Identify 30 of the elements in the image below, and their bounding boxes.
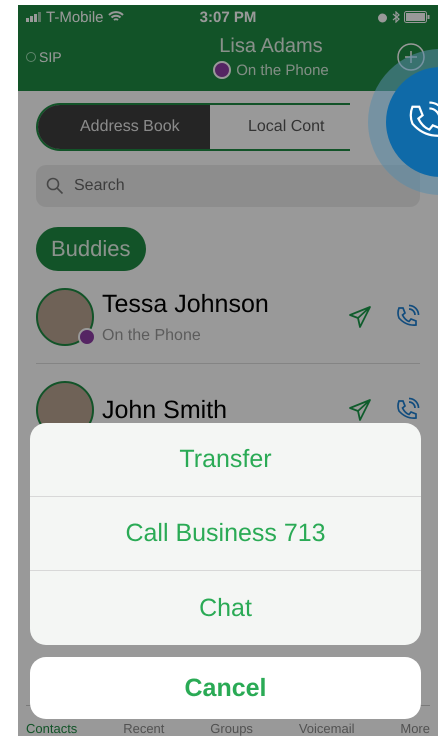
tab-bar-item[interactable]: Recent [123,721,164,736]
signal-icon [26,12,42,22]
sip-label: SIP [39,49,62,65]
section-pill: Buddies [36,227,146,271]
tab-bar-item[interactable]: Contacts [26,721,78,736]
user-name: Lisa Adams [219,35,323,58]
add-icon[interactable] [396,42,426,72]
action-option[interactable]: Chat [30,571,421,645]
battery-icon [404,11,430,23]
contact-status: On the Phone [102,326,202,344]
search-field[interactable]: Search [36,165,420,207]
cancel-button[interactable]: Cancel [30,657,421,719]
segment-tab[interactable]: Address Book [38,105,210,149]
clock-time: 3:07 PM [200,8,256,26]
sip-status-icon [26,52,36,62]
send-icon[interactable] [348,398,372,422]
carrier-label: T-Mobile [46,8,104,26]
phone-status-icon [213,61,232,79]
tab-bar-item[interactable]: Voicemail [298,721,354,736]
search-icon [46,177,64,195]
contact-name: John Smith [102,396,228,424]
action-option[interactable]: Call Business 713 [30,497,421,571]
tab-bar-item[interactable]: More [400,721,430,736]
bluetooth-icon [392,11,400,23]
wifi-icon [108,11,124,23]
tab-bar-item[interactable]: Groups [210,721,253,736]
contact-name: Tessa Johnson [102,290,270,318]
user-status: On the Phone [236,62,329,78]
send-icon[interactable] [348,305,372,329]
action-option[interactable]: Transfer [30,423,421,497]
